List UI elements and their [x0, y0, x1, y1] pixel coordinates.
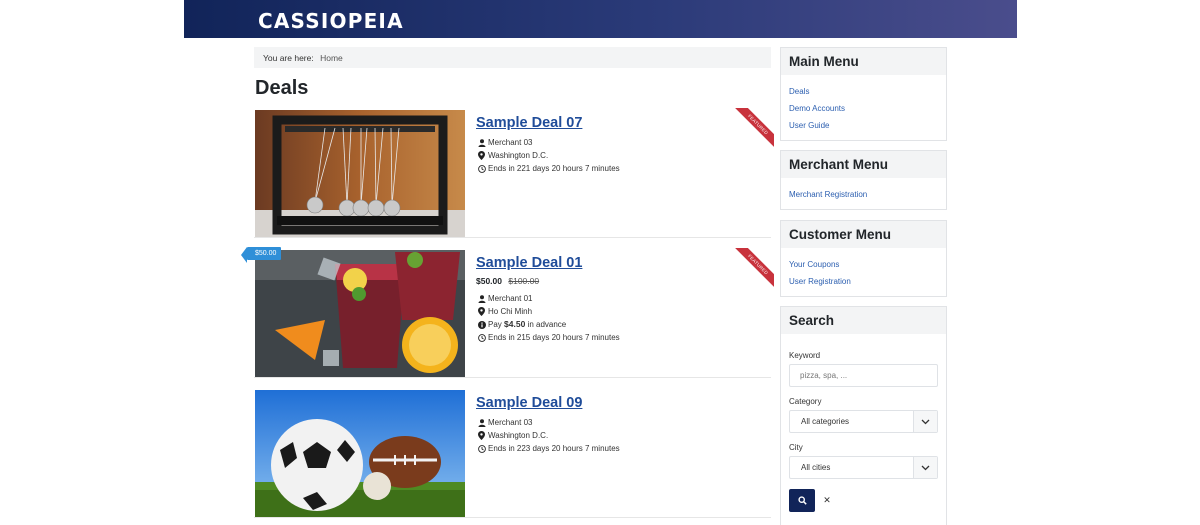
customer-menu-card: Customer Menu Your Coupons User Registra…: [780, 220, 947, 297]
location-name: Washington D.C.: [488, 431, 549, 440]
ends-text: Ends in 223 days 20 hours 7 minutes: [488, 444, 620, 453]
map-marker-icon: [476, 307, 487, 316]
keyword-input[interactable]: pizza, spa, ...: [789, 364, 938, 387]
clock-icon: [476, 333, 487, 342]
merchant-name: Merchant 01: [488, 294, 533, 303]
chevron-down-icon: [913, 457, 937, 478]
featured-ribbon-label: FEATURED: [732, 248, 774, 290]
deal-ends: Ends in 221 days 20 hours 7 minutes: [476, 162, 766, 175]
map-marker-icon: [476, 431, 487, 440]
category-select[interactable]: All categories: [789, 410, 938, 433]
site-header: CASSIOPEIA: [184, 0, 1017, 38]
featured-ribbon: FEATURED: [732, 248, 774, 290]
deal-title-link[interactable]: Sample Deal 07: [476, 115, 766, 131]
search-button[interactable]: [789, 489, 815, 512]
user-icon: [476, 294, 487, 303]
merchant-name: Merchant 03: [488, 138, 533, 147]
menu-link-demo-accounts[interactable]: Demo Accounts: [789, 100, 938, 117]
ends-text: Ends in 215 days 20 hours 7 minutes: [488, 333, 620, 342]
main-menu-card: Main Menu Deals Demo Accounts User Guide: [780, 47, 947, 141]
menu-link-user-guide[interactable]: User Guide: [789, 117, 938, 134]
user-icon: [476, 138, 487, 147]
clear-button[interactable]: ✕: [815, 489, 839, 512]
location-name: Ho Chi Minh: [488, 307, 533, 316]
deal-location: Washington D.C.: [476, 149, 766, 162]
pay-prefix: Pay: [488, 320, 502, 329]
breadcrumb-home-link[interactable]: Home: [320, 53, 343, 63]
search-icon: [797, 492, 807, 510]
search-form: Keyword pizza, spa, ... Category All cat…: [781, 334, 946, 512]
deal-merchant: Merchant 01: [476, 292, 766, 305]
breadcrumb: You are here: Home: [254, 47, 771, 68]
chevron-down-icon: [913, 411, 937, 432]
location-name: Washington D.C.: [488, 151, 549, 160]
deal-image-newtons-cradle[interactable]: [255, 110, 465, 237]
city-select[interactable]: All cities: [789, 456, 938, 479]
menu-link-your-coupons[interactable]: Your Coupons: [789, 256, 938, 273]
deal-location: Washington D.C.: [476, 429, 766, 442]
breadcrumb-prefix: You are here:: [263, 53, 314, 63]
menu-link-merchant-registration[interactable]: Merchant Registration: [789, 186, 938, 203]
deal-location: Ho Chi Minh: [476, 305, 766, 318]
customer-menu-title: Customer Menu: [781, 221, 946, 248]
deal-advance-payment: Pay $4.50 in advance: [476, 318, 766, 331]
deal-title-link[interactable]: Sample Deal 09: [476, 395, 766, 411]
main-menu-title: Main Menu: [781, 48, 946, 75]
menu-link-user-registration[interactable]: User Registration: [789, 273, 938, 290]
merchant-menu-title: Merchant Menu: [781, 151, 946, 178]
deal-details: Sample Deal 09 Merchant 03 Washington D.…: [476, 395, 766, 455]
search-actions: ✕: [789, 489, 938, 512]
search-title: Search: [781, 307, 946, 334]
map-marker-icon: [476, 151, 487, 160]
clock-icon: [476, 164, 487, 173]
close-icon: ✕: [823, 495, 831, 505]
customer-menu-links: Your Coupons User Registration: [781, 248, 946, 296]
deal-merchant: Merchant 03: [476, 136, 766, 149]
price-original: $100.00: [508, 276, 540, 286]
deal-price: $50.00 $100.00: [476, 276, 766, 286]
city-label: City: [789, 443, 803, 452]
price-badge: $50.00: [240, 247, 282, 263]
deal-ends: Ends in 215 days 20 hours 7 minutes: [476, 331, 766, 344]
deal-title-link[interactable]: Sample Deal 01: [476, 255, 766, 271]
page-title: Deals: [255, 77, 309, 99]
main-menu-links: Deals Demo Accounts User Guide: [781, 75, 946, 140]
category-value: All categories: [801, 417, 850, 426]
ends-text: Ends in 221 days 20 hours 7 minutes: [488, 164, 620, 173]
merchant-name: Merchant 03: [488, 418, 533, 427]
deal-card: Sample Deal 09 Merchant 03 Washington D.…: [254, 390, 771, 518]
deal-ends: Ends in 223 days 20 hours 7 minutes: [476, 442, 766, 455]
deal-image-sports-balls[interactable]: [255, 390, 465, 517]
pay-suffix: in advance: [527, 320, 567, 329]
clock-icon: [476, 444, 487, 453]
deal-card: $50.00 Sample Deal 01 $50.00 $100.00 Mer…: [240, 247, 774, 378]
deal-image-cocktails[interactable]: [255, 250, 465, 377]
category-label: Category: [789, 397, 822, 406]
keyword-label: Keyword: [789, 351, 821, 360]
search-card: Search Keyword pizza, spa, ... Category …: [780, 306, 947, 525]
deal-merchant: Merchant 03: [476, 416, 766, 429]
deal-card: Sample Deal 07 Merchant 03 Washington D.…: [254, 108, 774, 238]
featured-ribbon: FEATURED: [732, 108, 774, 150]
deal-details: Sample Deal 07 Merchant 03 Washington D.…: [476, 115, 766, 175]
pay-amount: $4.50: [504, 319, 526, 329]
deal-details: Sample Deal 01 $50.00 $100.00 Merchant 0…: [476, 255, 766, 344]
info-circle-icon: [476, 320, 487, 329]
site-logo[interactable]: CASSIOPEIA: [258, 9, 404, 33]
merchant-menu-links: Merchant Registration: [781, 178, 946, 209]
city-value: All cities: [801, 463, 831, 472]
merchant-menu-card: Merchant Menu Merchant Registration: [780, 150, 947, 210]
price-current: $50.00: [476, 276, 502, 286]
menu-link-deals[interactable]: Deals: [789, 83, 938, 100]
featured-ribbon-label: FEATURED: [732, 108, 774, 150]
user-icon: [476, 418, 487, 427]
